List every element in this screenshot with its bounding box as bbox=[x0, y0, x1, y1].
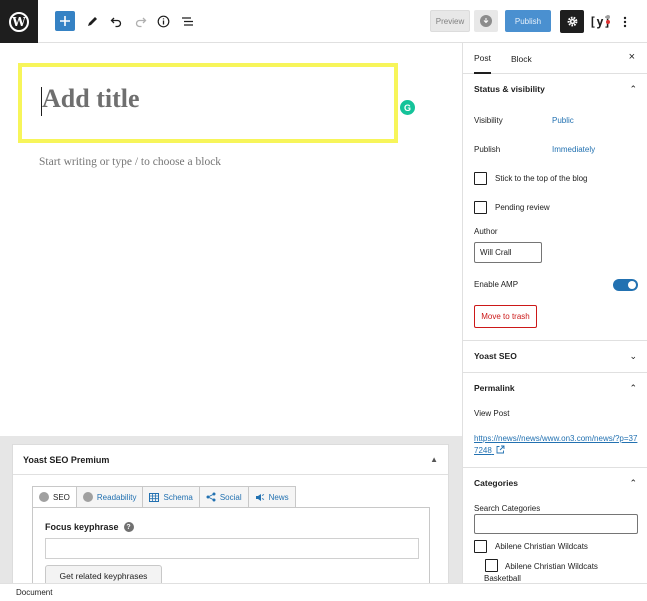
more-vertical-icon bbox=[623, 16, 627, 28]
pending-review-checkbox[interactable] bbox=[474, 201, 487, 214]
yoast-seo-panel-header[interactable]: Yoast SEO ⌄ bbox=[463, 341, 647, 371]
permalink-heading: Permalink bbox=[474, 383, 515, 393]
search-categories-label: Search Categories bbox=[474, 504, 541, 513]
editor-app: W Preview Publish [y] Add title G Start … bbox=[0, 0, 647, 601]
editor-canvas: Add title G Start writing or type / to c… bbox=[0, 43, 462, 436]
gear-icon bbox=[567, 16, 577, 27]
categories-heading: Categories bbox=[474, 478, 518, 488]
sticky-label: Stick to the top of the blog bbox=[495, 174, 588, 183]
pending-review-label: Pending review bbox=[495, 203, 550, 212]
undo-button[interactable] bbox=[107, 12, 125, 30]
tools-button[interactable] bbox=[83, 12, 101, 30]
author-select[interactable]: Will Crall bbox=[474, 242, 542, 263]
editor-footer: Document bbox=[0, 583, 647, 601]
tab-seo[interactable]: SEO bbox=[32, 486, 77, 508]
undo-icon bbox=[110, 17, 121, 27]
pencil-icon bbox=[87, 16, 97, 26]
readability-score-icon bbox=[82, 492, 93, 502]
save-draft-icon bbox=[480, 15, 492, 27]
tab-schema[interactable]: Schema bbox=[143, 486, 200, 508]
external-link-icon bbox=[496, 445, 505, 454]
focus-keyphrase-label: Focus keyphrase ? bbox=[45, 522, 134, 532]
redo-icon bbox=[135, 17, 146, 27]
yoast-tabs: SEO Readability Schema Social News bbox=[32, 486, 296, 508]
yoast-metabox: Yoast SEO Premium ▲ SEO Readability Sche… bbox=[12, 444, 449, 597]
visibility-label: Visibility bbox=[474, 116, 503, 125]
publish-label: Publish bbox=[474, 145, 501, 154]
yoast-score-dots bbox=[606, 15, 611, 25]
yoast-sidebar-button[interactable]: [y] bbox=[588, 11, 612, 32]
wordpress-logo-icon: W bbox=[9, 11, 29, 32]
status-visibility-panel-header[interactable]: Status & visibility ⌃ bbox=[463, 74, 647, 104]
focus-keyphrase-text: Focus keyphrase bbox=[45, 522, 119, 532]
tab-readability[interactable]: Readability bbox=[76, 486, 144, 508]
search-categories-input[interactable] bbox=[474, 514, 638, 534]
yoast-metabox-title: Yoast SEO Premium bbox=[23, 454, 110, 465]
list-view-icon bbox=[181, 16, 193, 26]
redo-button[interactable] bbox=[131, 12, 149, 30]
publish-button[interactable]: Publish bbox=[505, 10, 551, 32]
view-post-label: View Post bbox=[474, 409, 510, 418]
permalink-panel-header[interactable]: Permalink ⌃ bbox=[463, 373, 647, 403]
toggle-knob bbox=[628, 281, 636, 289]
focus-keyphrase-input[interactable] bbox=[45, 538, 419, 559]
amp-toggle[interactable] bbox=[613, 279, 638, 291]
tab-readability-label: Readability bbox=[96, 492, 137, 502]
visibility-link[interactable]: Public bbox=[552, 116, 574, 125]
tab-seo-label: SEO bbox=[53, 492, 70, 502]
list-view-button[interactable] bbox=[178, 12, 196, 30]
permalink-url[interactable]: https://news//news/www.on3.com/news/?p=3… bbox=[474, 433, 639, 457]
help-icon[interactable]: ? bbox=[123, 522, 134, 532]
title-input[interactable]: Add title bbox=[18, 63, 398, 143]
save-draft-button[interactable] bbox=[474, 10, 498, 32]
category-label: Abilene Christian Wildcats bbox=[495, 542, 588, 551]
move-to-trash-button[interactable]: Move to trash bbox=[474, 305, 537, 328]
chevron-up-icon: ⌃ bbox=[629, 477, 637, 488]
block-placeholder[interactable]: Start writing or type / to choose a bloc… bbox=[39, 156, 221, 168]
close-icon[interactable]: × bbox=[629, 51, 635, 63]
tab-news[interactable]: News bbox=[248, 486, 296, 508]
grid-icon bbox=[149, 492, 160, 502]
status-visibility-heading: Status & visibility bbox=[474, 84, 545, 94]
categories-panel-header[interactable]: Categories ⌃ bbox=[463, 468, 647, 498]
tab-post[interactable]: Post bbox=[474, 43, 492, 74]
yoast-metabox-header[interactable]: Yoast SEO Premium ▲ bbox=[13, 445, 448, 475]
tab-social[interactable]: Social bbox=[199, 486, 249, 508]
grammarly-icon[interactable]: G bbox=[400, 100, 415, 115]
chevron-up-icon: ⌃ bbox=[629, 83, 637, 94]
breadcrumb[interactable]: Document bbox=[16, 588, 52, 597]
info-icon bbox=[157, 15, 169, 27]
share-icon bbox=[206, 492, 216, 502]
tab-schema-label: Schema bbox=[163, 492, 193, 502]
category-checkbox[interactable] bbox=[474, 540, 487, 553]
preview-button[interactable]: Preview bbox=[430, 10, 470, 32]
details-button[interactable] bbox=[154, 12, 172, 30]
chevron-up-icon: ⌃ bbox=[629, 382, 637, 393]
megaphone-icon bbox=[255, 494, 264, 501]
sticky-checkbox[interactable] bbox=[474, 172, 487, 185]
sidebar-tabs: Post Block × bbox=[463, 43, 647, 74]
yoast-seo-heading: Yoast SEO bbox=[474, 351, 517, 361]
settings-button[interactable] bbox=[560, 10, 584, 33]
title-placeholder: Add title bbox=[42, 84, 140, 113]
tab-news-label: News bbox=[268, 492, 289, 502]
plus-icon bbox=[60, 16, 70, 26]
chevron-down-icon: ⌄ bbox=[629, 350, 637, 361]
settings-sidebar: Post Block × Status & visibility ⌃ Visib… bbox=[462, 43, 647, 583]
top-toolbar: W Preview Publish [y] bbox=[0, 0, 647, 43]
tab-block[interactable]: Block bbox=[511, 43, 532, 74]
seo-score-icon bbox=[39, 492, 49, 502]
category-label: Abilene Christian Wildcats Basketball bbox=[484, 562, 598, 583]
wordpress-logo-button[interactable]: W bbox=[0, 0, 38, 43]
add-block-button[interactable] bbox=[55, 11, 75, 31]
more-options-button[interactable] bbox=[617, 12, 633, 32]
amp-label: Enable AMP bbox=[474, 280, 519, 289]
caret-up-icon[interactable]: ▲ bbox=[430, 455, 438, 464]
publish-date-link[interactable]: Immediately bbox=[552, 145, 595, 154]
author-label: Author bbox=[474, 227, 498, 236]
metabox-area: Yoast SEO Premium ▲ SEO Readability Sche… bbox=[0, 436, 462, 597]
tab-social-label: Social bbox=[219, 492, 242, 502]
